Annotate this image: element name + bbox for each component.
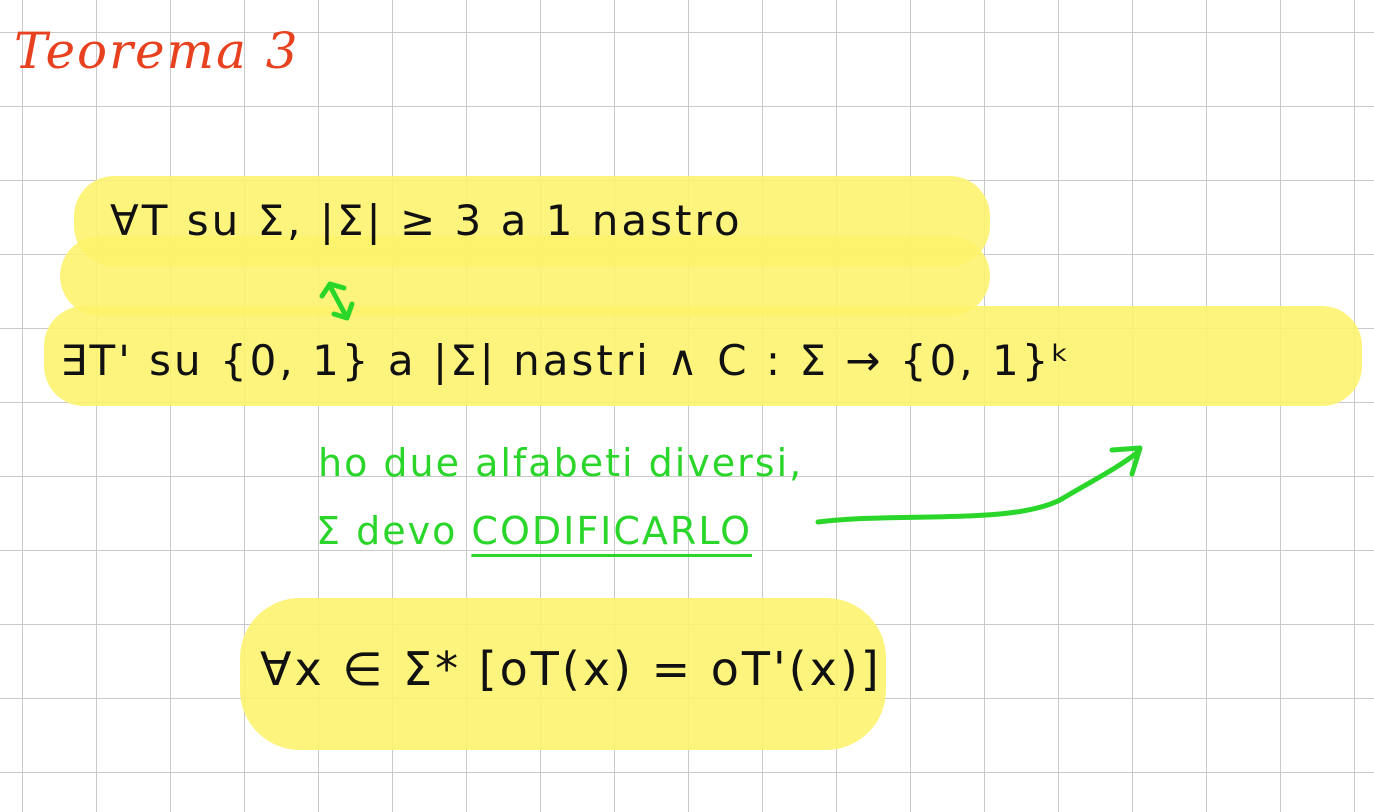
curved-arrow-icon bbox=[815, 445, 1143, 525]
double-arrow-icon bbox=[319, 281, 355, 321]
ink-arrows bbox=[319, 281, 1143, 525]
handwritten-note-page: Teorema 3 ∀T su Σ, |Σ| ≥ 3 a 1 nastro ∃T… bbox=[0, 0, 1374, 812]
